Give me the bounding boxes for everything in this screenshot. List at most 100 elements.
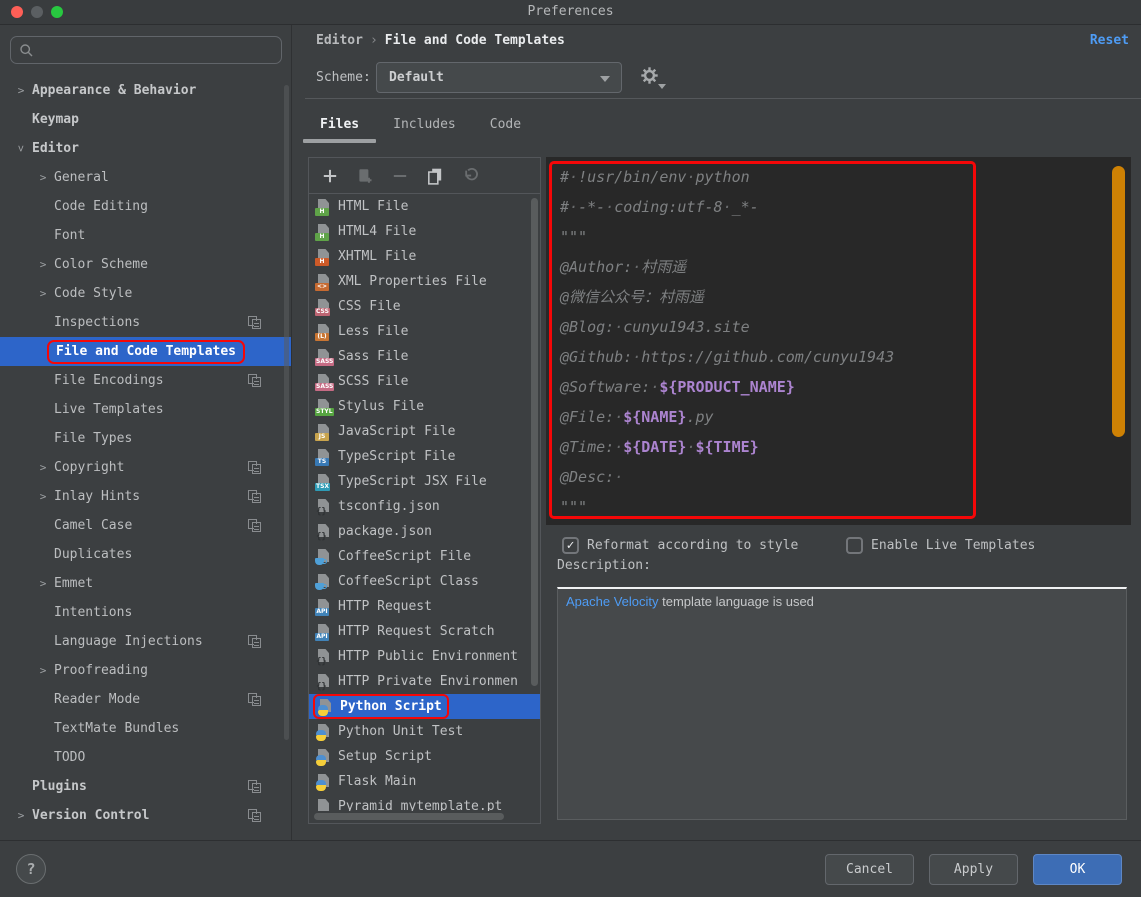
duplicate-button-icon[interactable] [426, 167, 444, 185]
template-item-typescript-jsx-file[interactable]: TSX TypeScript JSX File [309, 469, 540, 494]
template-item-python-script[interactable]: Python Script [309, 694, 540, 719]
sidebar-item-code-style[interactable]: > Code Style [0, 279, 291, 308]
html-file-icon: H [315, 223, 332, 241]
chevron-right-icon[interactable]: > [36, 258, 50, 271]
sidebar-item-label: Color Scheme [54, 257, 148, 272]
template-item-coffeescript-class[interactable]: CoffeeScript Class [309, 569, 540, 594]
chevron-down-icon[interactable]: > [15, 142, 28, 156]
sidebar-item-appearance-behavior[interactable]: > Appearance & Behavior [0, 76, 291, 105]
sidebar-item-camel-case[interactable]: Camel Case [0, 511, 291, 540]
template-list-vertical-scrollbar[interactable] [531, 198, 538, 686]
template-item-content: SASS Sass File [315, 348, 408, 366]
sidebar-item-textmate-bundles[interactable]: TextMate Bundles [0, 714, 291, 743]
template-item-package-json[interactable]: {} package.json [309, 519, 540, 544]
template-item-tsconfig-json[interactable]: {} tsconfig.json [309, 494, 540, 519]
reformat-checkbox[interactable]: ✓ [562, 537, 579, 554]
enable-live-templates-label[interactable]: Enable Live Templates [871, 537, 1035, 555]
ok-button[interactable]: OK [1033, 854, 1122, 885]
chevron-right-icon[interactable]: > [36, 577, 50, 590]
minimize-window-button[interactable] [31, 6, 43, 18]
file-type-badge: H [315, 208, 329, 216]
help-button[interactable]: ? [16, 854, 46, 884]
chevron-right-icon[interactable]: > [14, 809, 28, 822]
enable-live-templates-checkbox[interactable] [846, 537, 863, 554]
sidebar-item-file-types[interactable]: File Types [0, 424, 291, 453]
code-line: @Time:·${DATE}·${TIME} [560, 438, 759, 456]
chevron-right-icon[interactable]: > [36, 461, 50, 474]
sidebar-item-plugins[interactable]: Plugins [0, 772, 291, 801]
template-item-flask-main[interactable]: Flask Main [309, 769, 540, 794]
template-item-pyramid-mytemplate-pt[interactable]: Pyramid mytemplate.pt [309, 794, 540, 811]
sidebar-item-keymap[interactable]: Keymap [0, 105, 291, 134]
template-item-http-public-environment[interactable]: {} HTTP Public Environment [309, 644, 540, 669]
template-item-coffeescript-file[interactable]: CoffeeScript File [309, 544, 540, 569]
template-item-http-request-scratch[interactable]: API HTTP Request Scratch [309, 619, 540, 644]
sidebar-item-file-and-code-templates[interactable]: File and Code Templates [0, 337, 291, 366]
apply-button[interactable]: Apply [929, 854, 1018, 885]
template-item-content: Flask Main [315, 773, 416, 791]
sidebar-item-todo[interactable]: TODO [0, 743, 291, 772]
template-item-javascript-file[interactable]: JS JavaScript File [309, 419, 540, 444]
code-line: @Blog:·cunyu1943.site [560, 318, 750, 336]
close-window-button[interactable] [11, 6, 23, 18]
template-item-html4-file[interactable]: H HTML4 File [309, 219, 540, 244]
sidebar-item-code-editing[interactable]: Code Editing [0, 192, 291, 221]
python-file-icon [315, 723, 332, 741]
template-list-horizontal-scrollbar[interactable] [314, 813, 504, 820]
sidebar-item-proofreading[interactable]: > Proofreading [0, 656, 291, 685]
sidebar-item-general[interactable]: > General [0, 163, 291, 192]
sidebar-item-inlay-hints[interactable]: > Inlay Hints [0, 482, 291, 511]
chevron-right-icon[interactable]: > [36, 171, 50, 184]
sidebar-item-copyright[interactable]: > Copyright [0, 453, 291, 482]
template-item-css-file[interactable]: CSS CSS File [309, 294, 540, 319]
sidebar-item-intentions[interactable]: Intentions [0, 598, 291, 627]
sidebar-item-duplicates[interactable]: Duplicates [0, 540, 291, 569]
breadcrumb-editor[interactable]: Editor [316, 33, 363, 48]
template-item-html-file[interactable]: H HTML File [309, 194, 540, 219]
template-item-typescript-file[interactable]: TS TypeScript File [309, 444, 540, 469]
template-item-scss-file[interactable]: SASS SCSS File [309, 369, 540, 394]
file-type-badge: <> [315, 283, 329, 291]
template-editor[interactable]: #·!usr/bin/env·python #·-*-·coding:utf-8·… [546, 157, 1131, 525]
editor-scrollbar[interactable] [1112, 166, 1125, 437]
tab-code[interactable]: Code [473, 112, 538, 141]
reset-link[interactable]: Reset [1090, 31, 1129, 51]
template-item-xml-properties-file[interactable]: <> XML Properties File [309, 269, 540, 294]
sidebar-item-font[interactable]: Font [0, 221, 291, 250]
sidebar-item-emmet[interactable]: > Emmet [0, 569, 291, 598]
sidebar-item-live-templates[interactable]: Live Templates [0, 395, 291, 424]
sidebar-item-reader-mode[interactable]: Reader Mode [0, 685, 291, 714]
template-item-stylus-file[interactable]: STYL Stylus File [309, 394, 540, 419]
template-item-http-private-environmen[interactable]: {} HTTP Private Environmen [309, 669, 540, 694]
chevron-right-icon[interactable]: > [36, 490, 50, 503]
cancel-button[interactable]: Cancel [825, 854, 914, 885]
settings-search[interactable] [10, 36, 282, 64]
sidebar-item-file-encodings[interactable]: File Encodings [0, 366, 291, 395]
chevron-right-icon[interactable]: > [14, 84, 28, 97]
sidebar-item-editor[interactable]: > Editor [0, 134, 291, 163]
apache-velocity-link[interactable]: Apache Velocity [566, 594, 659, 609]
sidebar-scrollbar[interactable] [284, 85, 289, 740]
scheme-actions-button[interactable] [640, 66, 666, 89]
sidebar-item-inspections[interactable]: Inspections [0, 308, 291, 337]
scheme-dropdown[interactable]: Default [376, 62, 622, 93]
template-item-setup-script[interactable]: Setup Script [309, 744, 540, 769]
zoom-window-button[interactable] [51, 6, 63, 18]
tab-includes[interactable]: Includes [376, 112, 473, 141]
settings-search-input[interactable] [40, 41, 264, 59]
chevron-right-icon[interactable]: > [36, 664, 50, 677]
template-item-sass-file[interactable]: SASS Sass File [309, 344, 540, 369]
chevron-right-icon[interactable]: > [36, 287, 50, 300]
reformat-checkbox-label[interactable]: Reformat according to style [587, 537, 798, 555]
template-item-label: tsconfig.json [338, 499, 440, 514]
template-item-http-request[interactable]: API HTTP Request [309, 594, 540, 619]
template-item-less-file[interactable]: (L) Less File [309, 319, 540, 344]
sidebar-item-version-control[interactable]: > Version Control [0, 801, 291, 830]
template-item-python-unit-test[interactable]: Python Unit Test [309, 719, 540, 744]
add-button-icon[interactable] [321, 167, 339, 185]
sidebar-item-color-scheme[interactable]: > Color Scheme [0, 250, 291, 279]
tab-files[interactable]: Files [303, 112, 377, 143]
sidebar-item-label: Editor [32, 141, 79, 156]
template-item-xhtml-file[interactable]: H XHTML File [309, 244, 540, 269]
sidebar-item-language-injections[interactable]: Language Injections [0, 627, 291, 656]
